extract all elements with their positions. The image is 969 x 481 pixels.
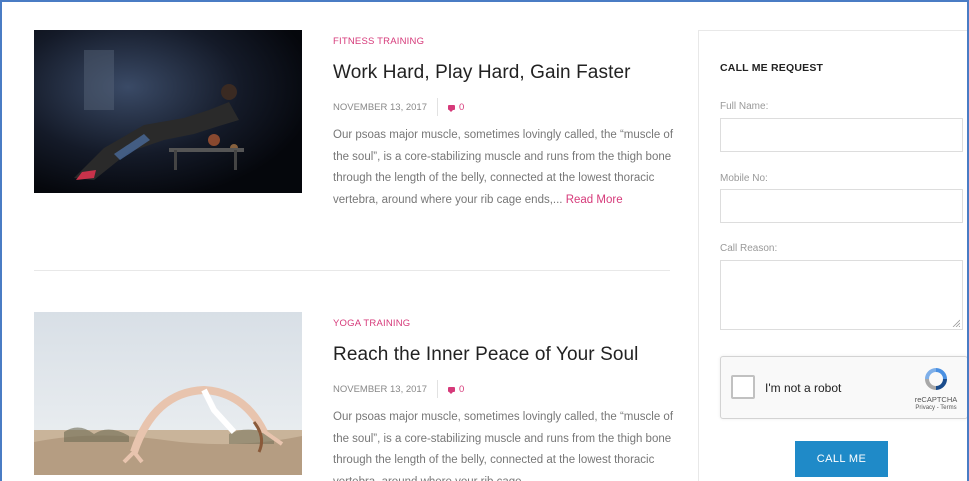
meta-divider [437, 380, 438, 398]
meta-divider [437, 98, 438, 116]
recaptcha-brand: reCAPTCHA [914, 395, 958, 404]
full-name-label: Full Name: [720, 101, 769, 112]
recaptcha-checkbox[interactable] [731, 375, 755, 399]
recaptcha-logo-icon [925, 368, 947, 390]
call-request-widget: CALL ME REQUEST Full Name: Mobile No: Ca… [698, 30, 967, 481]
post-meta: NOVEMBER 13, 2017 0 [333, 380, 673, 398]
post-category[interactable]: FITNESS TRAINING [333, 36, 673, 47]
comment-count[interactable]: 0 [459, 102, 464, 113]
post-excerpt: Our psoas major muscle, sometimes loving… [333, 411, 674, 481]
widget-title: CALL ME REQUEST [720, 62, 824, 74]
recaptcha-widget: I'm not a robot reCAPTCHA Privacy - Term… [720, 356, 967, 419]
post-thumbnail-yoga[interactable] [34, 312, 302, 475]
post-divider [34, 270, 670, 271]
recaptcha-terms-link[interactable]: Privacy - Terms [908, 405, 964, 411]
call-me-button[interactable]: CALL ME [795, 441, 888, 477]
comment-icon [448, 104, 455, 112]
comment-icon [448, 386, 455, 394]
post-body: YOGA TRAINING Reach the Inner Peace of Y… [333, 312, 673, 481]
post-date: NOVEMBER 13, 2017 [333, 101, 427, 113]
post-title[interactable]: Work Hard, Play Hard, Gain Faster [333, 62, 673, 84]
comment-count[interactable]: 0 [459, 384, 464, 395]
post-excerpt: Our psoas major muscle, sometimes loving… [333, 125, 673, 211]
mobile-label: Mobile No: [720, 173, 768, 184]
post-date: NOVEMBER 13, 2017 [333, 383, 427, 395]
recaptcha-label: I'm not a robot [765, 381, 842, 395]
resize-grip-icon[interactable] [952, 319, 960, 327]
call-reason-textarea[interactable] [720, 260, 963, 330]
post-thumbnail-fitness[interactable] [34, 30, 302, 193]
mobile-input[interactable] [720, 189, 963, 223]
full-name-input[interactable] [720, 118, 963, 152]
post-body: FITNESS TRAINING Work Hard, Play Hard, G… [333, 30, 673, 211]
call-reason-label: Call Reason: [720, 243, 778, 254]
page-frame: FITNESS TRAINING Work Hard, Play Hard, G… [0, 0, 969, 481]
post-title[interactable]: Reach the Inner Peace of Your Soul [333, 344, 673, 366]
read-more-link[interactable]: Read More [566, 194, 623, 206]
post-meta: NOVEMBER 13, 2017 0 [333, 98, 673, 116]
post-category[interactable]: YOGA TRAINING [333, 318, 673, 329]
